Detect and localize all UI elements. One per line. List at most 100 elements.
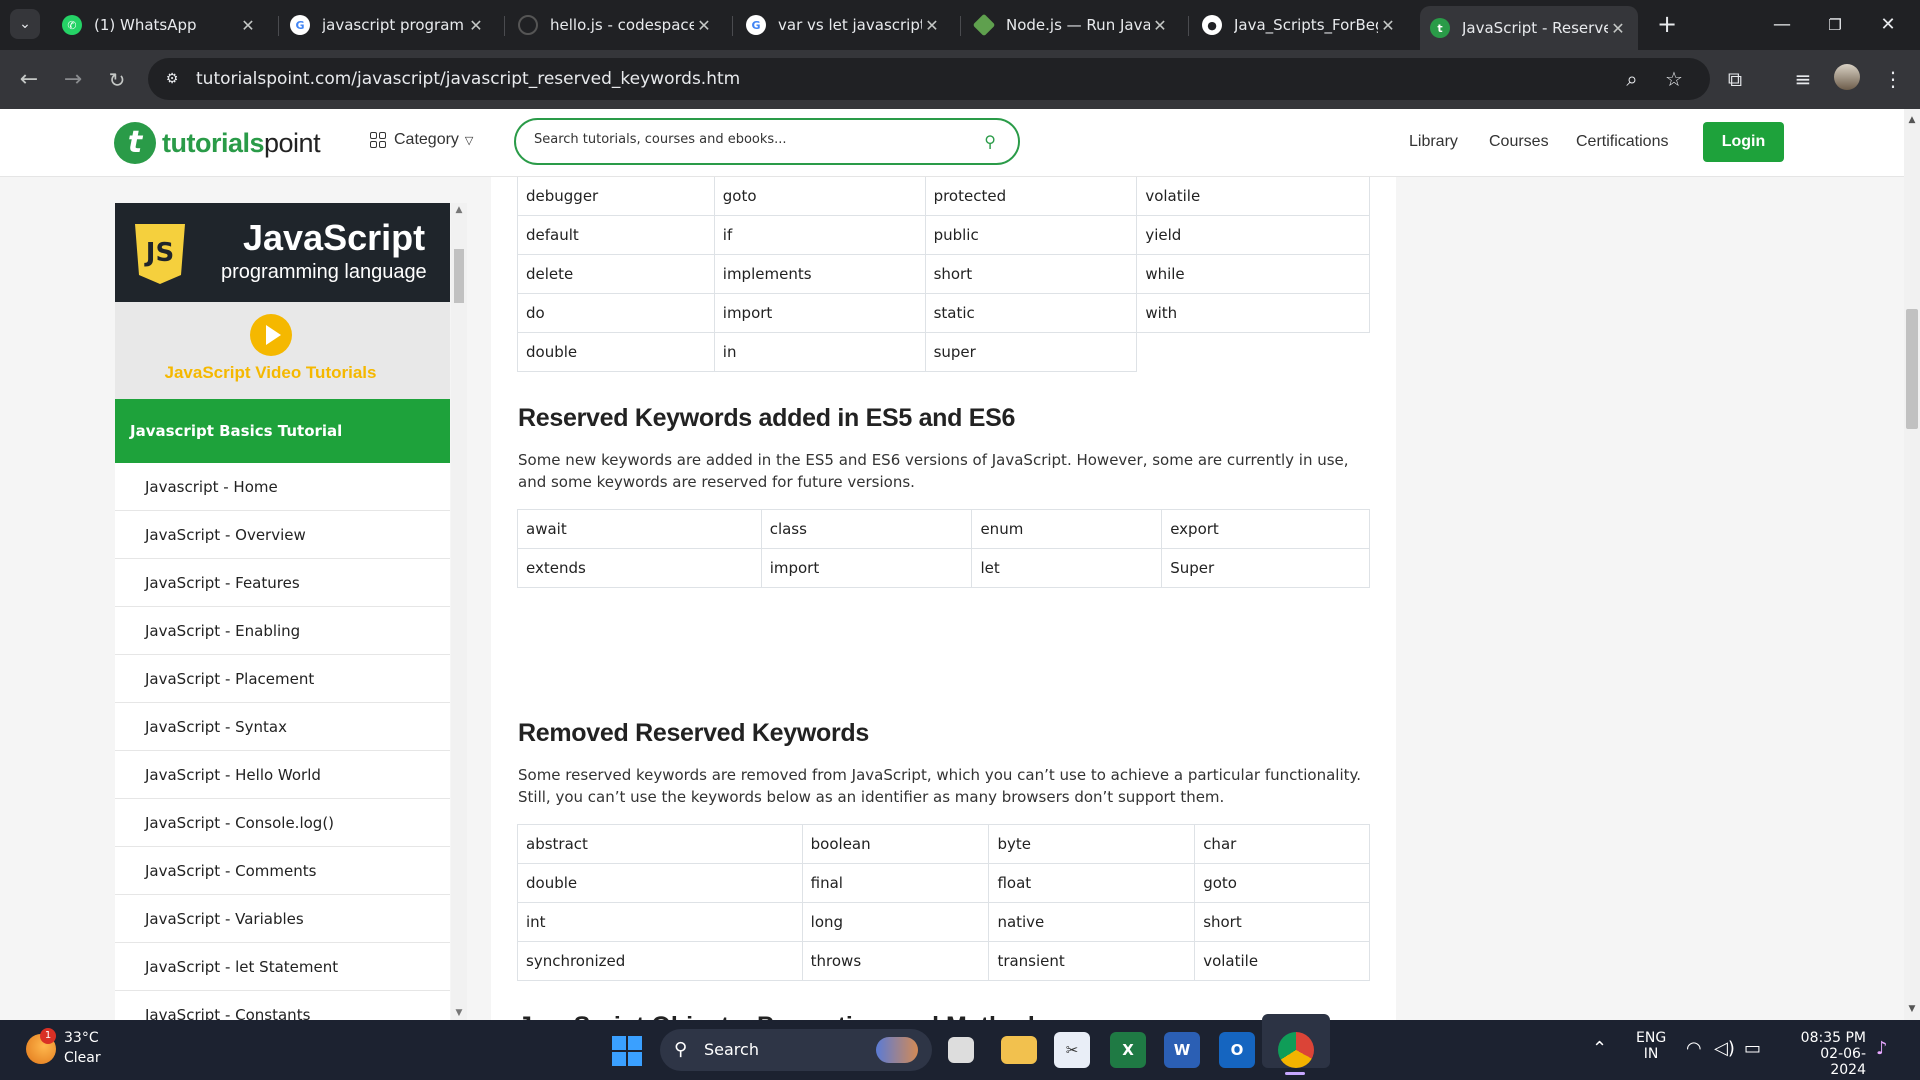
language-code: ENG bbox=[1636, 1030, 1667, 1046]
site-search[interactable]: ⚲ bbox=[514, 118, 1020, 165]
chrome-icon[interactable] bbox=[1278, 1032, 1314, 1068]
task-view-icon[interactable] bbox=[948, 1037, 974, 1063]
address-bar[interactable]: ⚙ tutorialspoint.com/javascript/javascri… bbox=[148, 58, 1710, 100]
zoom-icon[interactable]: ⌕ bbox=[1620, 67, 1644, 91]
login-button[interactable]: Login bbox=[1703, 122, 1784, 162]
site-header: t tutorialspoint Category ▽ ⚲ Library Co… bbox=[0, 109, 1904, 177]
weather-badge: 1 bbox=[40, 1028, 56, 1044]
sidebar-item-constants[interactable]: JavaScript - Constants bbox=[115, 991, 450, 1020]
nav-library[interactable]: Library bbox=[1409, 133, 1458, 151]
sidebar-item-let-statement[interactable]: JavaScript - let Statement bbox=[115, 943, 450, 991]
chevron-up-icon[interactable]: ⌃ bbox=[1592, 1038, 1607, 1059]
sidebar-scrollbar[interactable]: ▲ ▼ bbox=[451, 203, 467, 1020]
javascript-banner[interactable]: JS JavaScript programming language bbox=[115, 203, 450, 302]
excel-icon[interactable]: X bbox=[1110, 1032, 1146, 1068]
tab-var-vs-let[interactable]: G var vs let javascript - ✕ bbox=[736, 8, 952, 42]
back-button[interactable]: ← bbox=[14, 65, 44, 95]
close-icon[interactable]: ✕ bbox=[238, 16, 258, 35]
clock-date: 02-06-2024 bbox=[1820, 1046, 1866, 1078]
category-dropdown[interactable]: Category ▽ bbox=[370, 131, 473, 149]
es5-es6-heading: Reserved Keywords added in ES5 and ES6 bbox=[518, 404, 1016, 432]
sidebar-item-variables[interactable]: JavaScript - Variables bbox=[115, 895, 450, 943]
close-icon[interactable]: ✕ bbox=[694, 16, 714, 35]
sidebar-item-syntax[interactable]: JavaScript - Syntax bbox=[115, 703, 450, 751]
new-tab-button[interactable]: + bbox=[1652, 10, 1682, 40]
sidebar-scrollbar-thumb[interactable] bbox=[454, 249, 464, 303]
table-cell: goto bbox=[1194, 863, 1370, 903]
search-input[interactable] bbox=[534, 132, 954, 147]
tab-hello-js[interactable]: hello.js - codespaces ✕ bbox=[508, 8, 724, 42]
table-cell: final bbox=[801, 863, 990, 903]
scroll-down-arrow-icon[interactable]: ▼ bbox=[1904, 1002, 1920, 1016]
site-info-icon[interactable]: ⚙ bbox=[162, 69, 182, 89]
page-scrollbar[interactable]: ▲ ▼ bbox=[1904, 109, 1920, 1020]
close-icon[interactable]: ✕ bbox=[1150, 16, 1170, 35]
profile-avatar[interactable] bbox=[1834, 64, 1860, 90]
snipping-tool-icon[interactable]: ✂ bbox=[1054, 1032, 1090, 1068]
reload-button[interactable]: ↻ bbox=[102, 65, 132, 95]
close-icon[interactable]: ✕ bbox=[922, 16, 942, 35]
tab-javascript-program[interactable]: G javascript program st ✕ bbox=[280, 8, 496, 42]
video-tutorials-panel[interactable]: JavaScript Video Tutorials bbox=[115, 302, 450, 399]
nav-courses[interactable]: Courses bbox=[1489, 133, 1549, 151]
table-cell: debugger bbox=[517, 177, 715, 216]
tab-search-button[interactable]: ⌄ bbox=[10, 9, 40, 39]
sidebar-item-comments[interactable]: JavaScript - Comments bbox=[115, 847, 450, 895]
sidebar-item-hello-world[interactable]: JavaScript - Hello World bbox=[115, 751, 450, 799]
notification-bell-icon[interactable]: ♪ bbox=[1876, 1038, 1888, 1059]
table-cell: enum bbox=[971, 509, 1163, 549]
tutorialspoint-logo[interactable]: t tutorialspoint bbox=[114, 122, 321, 164]
wifi-icon[interactable]: ◠ bbox=[1686, 1038, 1702, 1059]
page-scrollbar-thumb[interactable] bbox=[1906, 309, 1918, 429]
battery-icon[interactable]: ▭ bbox=[1744, 1038, 1761, 1059]
nodejs-icon bbox=[972, 13, 996, 37]
outlook-icon[interactable]: O bbox=[1219, 1032, 1255, 1068]
language-indicator[interactable]: ENG IN bbox=[1636, 1030, 1666, 1080]
table-cell: yield bbox=[1136, 215, 1370, 255]
banner-subtitle: programming language bbox=[221, 261, 427, 283]
sidebar-item-enabling[interactable]: JavaScript - Enabling bbox=[115, 607, 450, 655]
scroll-up-arrow-icon[interactable]: ▲ bbox=[451, 203, 467, 217]
sidebar-item-home[interactable]: Javascript - Home bbox=[115, 463, 450, 511]
tab-whatsapp[interactable]: ✆ (1) WhatsApp ✕ bbox=[52, 8, 268, 42]
sidebar-item-placement[interactable]: JavaScript - Placement bbox=[115, 655, 450, 703]
forward-button[interactable]: → bbox=[58, 65, 88, 95]
extensions-icon[interactable]: ⧉ bbox=[1720, 64, 1750, 94]
speaker-icon[interactable]: ◁) bbox=[1714, 1038, 1735, 1059]
scroll-down-arrow-icon[interactable]: ▼ bbox=[451, 1006, 467, 1020]
file-explorer-icon[interactable] bbox=[1001, 1036, 1037, 1064]
table-cell: export bbox=[1161, 509, 1370, 549]
table-cell: double bbox=[517, 332, 715, 372]
search-icon[interactable]: ⚲ bbox=[984, 132, 996, 151]
table-cell: with bbox=[1136, 293, 1370, 333]
close-icon[interactable]: ✕ bbox=[1378, 16, 1398, 35]
restore-button[interactable]: ❐ bbox=[1815, 8, 1855, 42]
scroll-up-arrow-icon[interactable]: ▲ bbox=[1904, 113, 1920, 127]
sidebar-item-features[interactable]: JavaScript - Features bbox=[115, 559, 450, 607]
taskbar-search[interactable]: ⚲ Search bbox=[660, 1029, 932, 1071]
weather-temp[interactable]: 33°C bbox=[64, 1030, 99, 1046]
sidebar-item-console-log[interactable]: JavaScript - Console.log() bbox=[115, 799, 450, 847]
minimize-button[interactable]: — bbox=[1762, 8, 1802, 42]
sidebar-item-overview[interactable]: JavaScript - Overview bbox=[115, 511, 450, 559]
tab-java-scripts-forbeginners[interactable]: ● Java_Scripts_ForBegi ✕ bbox=[1192, 8, 1408, 42]
clock[interactable]: 08:35 PM 02-06-2024 bbox=[1790, 1030, 1866, 1080]
menu-icon[interactable]: ⋮ bbox=[1878, 64, 1908, 94]
url-text[interactable]: tutorialspoint.com/javascript/javascript… bbox=[196, 69, 740, 89]
tab-nodejs[interactable]: Node.js — Run JavaS ✕ bbox=[964, 8, 1180, 42]
weather-condition[interactable]: Clear bbox=[64, 1050, 101, 1066]
word-icon[interactable]: W bbox=[1164, 1032, 1200, 1068]
taskbar: 1 33°C Clear ⚲ Search ✂ X W O bbox=[0, 1020, 1920, 1080]
close-window-button[interactable]: ✕ bbox=[1868, 8, 1908, 42]
close-icon[interactable]: ✕ bbox=[1608, 19, 1628, 38]
play-icon bbox=[250, 314, 292, 356]
media-control-icon[interactable]: ≡ bbox=[1788, 64, 1818, 94]
tab-title: Node.js — Run JavaS bbox=[1006, 16, 1150, 34]
bookmark-star-icon[interactable]: ☆ bbox=[1662, 67, 1686, 91]
clock-time: 08:35 PM bbox=[1800, 1030, 1866, 1046]
nav-certifications[interactable]: Certifications bbox=[1576, 133, 1668, 151]
start-button[interactable] bbox=[612, 1036, 642, 1066]
table-cell: let bbox=[971, 548, 1163, 588]
tab-javascript-reserved[interactable]: t JavaScript - Reserved ✕ bbox=[1420, 6, 1638, 50]
close-icon[interactable]: ✕ bbox=[466, 16, 486, 35]
